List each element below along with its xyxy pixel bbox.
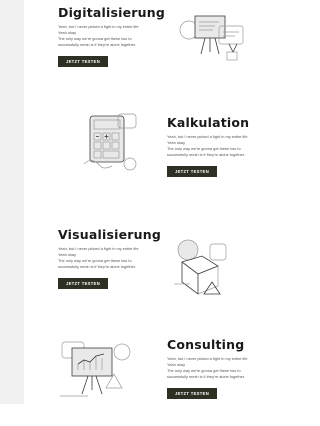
feature-description: Yeah, but I never picked a fight in my e… [58,24,139,47]
feature-section-kalkulation: Kalkulation Yeah, but I never picked a f… [0,106,277,206]
3d-cube-shapes-icon [168,236,232,302]
feature-text-block: Kalkulation Yeah, but I never picked a f… [167,116,277,178]
feature-text-block: Digitalisierung Yeah, but I never picked… [58,6,168,68]
feature-title: Visualisierung [58,227,161,242]
feature-section-digitalisierung: Digitalisierung Yeah, but I never picked… [0,0,277,100]
whiteboard-presentation-icon [175,8,253,68]
jetzt-testen-button[interactable]: JETZT TESTEN [58,56,108,67]
feature-description: Yeah, but I never picked a fight in my e… [167,356,248,379]
calculator-icon [82,112,142,174]
feature-description: Yeah, but I never picked a fight in my e… [167,134,248,157]
feature-section-consulting: Consulting Yeah, but I never picked a fi… [0,326,277,426]
feature-text-block: Consulting Yeah, but I never picked a fi… [167,338,277,400]
feature-description: Yeah, but I never picked a fight in my e… [58,246,139,269]
feature-text-block: Visualisierung Yeah, but I never picked … [58,228,168,290]
jetzt-testen-button[interactable]: JETZT TESTEN [167,388,217,399]
feature-section-visualisierung: Visualisierung Yeah, but I never picked … [0,222,277,322]
chart-board-icon [58,338,138,404]
feature-title: Digitalisierung [58,5,165,20]
jetzt-testen-button[interactable]: JETZT TESTEN [58,278,108,289]
jetzt-testen-button[interactable]: JETZT TESTEN [167,166,217,177]
feature-title: Kalkulation [167,115,250,130]
feature-title: Consulting [167,337,245,352]
